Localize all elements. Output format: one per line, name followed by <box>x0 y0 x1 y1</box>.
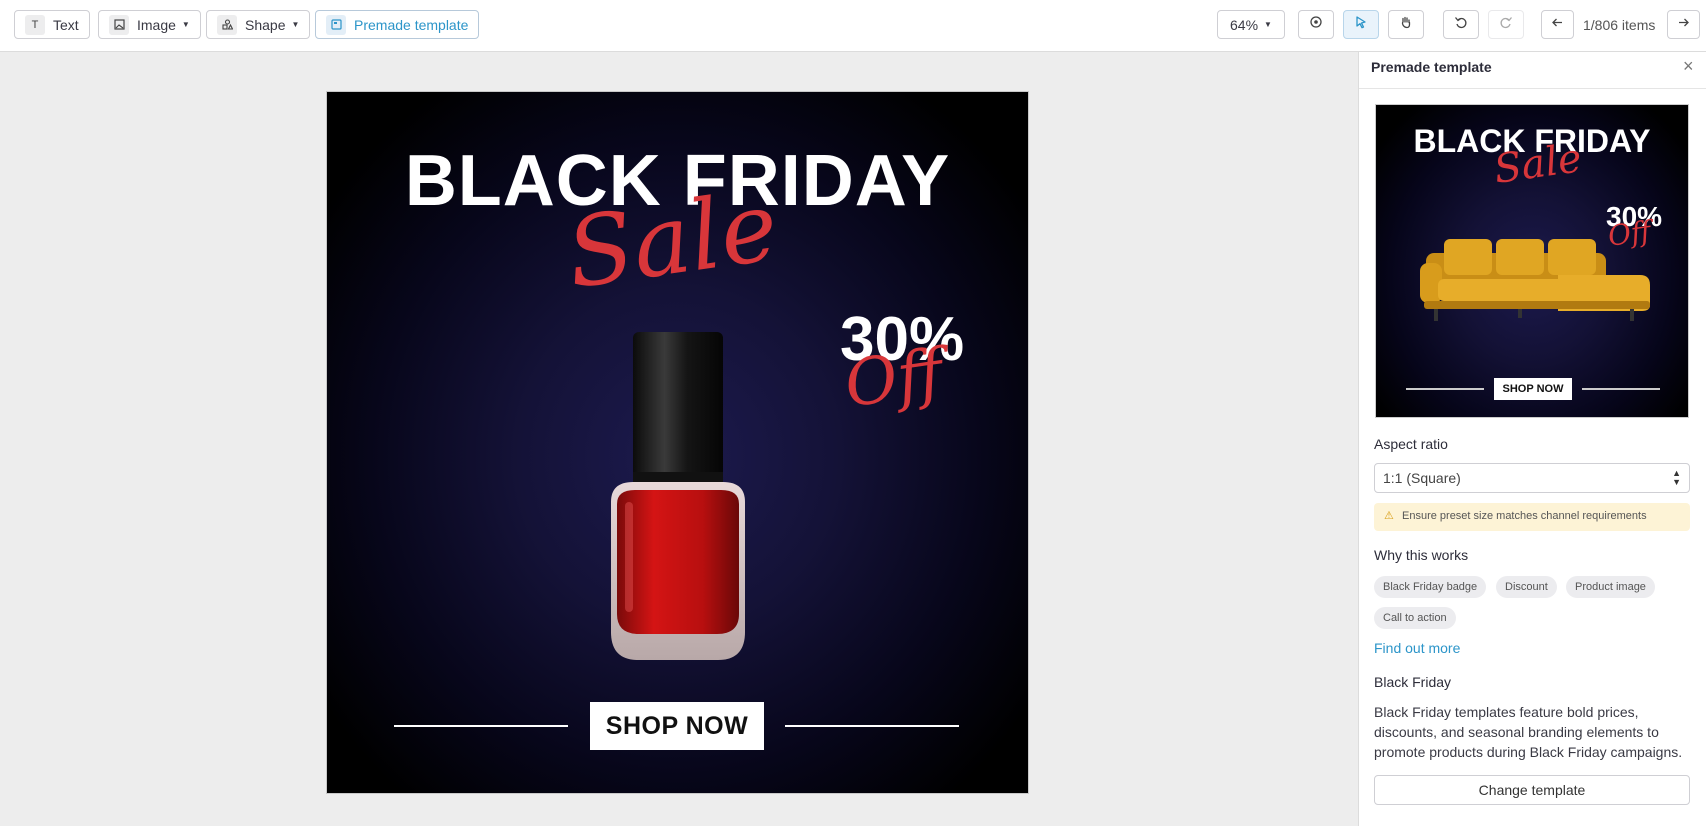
nail-polish-product-image[interactable] <box>603 332 753 662</box>
zoom-dropdown[interactable]: 64% ▼ <box>1217 10 1285 39</box>
chevron-down-icon: ▼ <box>1264 20 1272 29</box>
image-tool-label: Image <box>137 16 176 33</box>
zoom-value: 64% <box>1230 16 1259 33</box>
warning-text: Ensure preset size matches channel requi… <box>1402 510 1647 522</box>
next-item-button[interactable] <box>1667 10 1700 39</box>
shape-tool-label: Shape <box>245 16 286 33</box>
panel-title: Premade template <box>1371 59 1492 75</box>
aspect-ratio-select[interactable]: 1:1 (Square) ▲ ▼ <box>1374 463 1690 493</box>
find-out-more-link[interactable]: Find out more <box>1374 640 1460 656</box>
select-arrows-icon: ▲ ▼ <box>1672 468 1681 487</box>
pointer-icon <box>1354 15 1368 34</box>
text-tool-button[interactable]: T Text <box>14 10 90 39</box>
sofa-product-image <box>1420 239 1650 321</box>
text-icon: T <box>25 14 45 35</box>
image-icon <box>109 14 129 35</box>
top-toolbar: T Text Image ▼ Shape ▼ Premade template … <box>0 0 1706 52</box>
hand-icon <box>1399 15 1413 34</box>
preview-divider-left <box>1406 388 1484 390</box>
off-script-text[interactable]: Off <box>840 336 947 423</box>
item-counter: 1/806 items <box>1583 17 1656 33</box>
text-tool-label: Text <box>53 16 79 33</box>
aspect-ratio-value: 1:1 (Square) <box>1383 470 1461 486</box>
premade-template-label: Premade template <box>354 16 469 33</box>
select-tool-button[interactable] <box>1343 10 1379 39</box>
design-canvas[interactable]: BLACK FRIDAY Sale 30% Off SHOP NOW <box>327 92 1028 793</box>
image-tool-button[interactable]: Image ▼ <box>98 10 201 39</box>
tag-chip-call-to-action: Call to action <box>1374 607 1456 629</box>
template-name-heading: Black Friday <box>1374 674 1452 690</box>
close-icon[interactable]: × <box>1683 56 1694 77</box>
template-icon <box>326 14 346 35</box>
warning-icon: ⚠ <box>1384 510 1394 522</box>
change-template-button[interactable]: Change template <box>1374 775 1690 805</box>
preview-divider-right <box>1582 388 1660 390</box>
target-icon <box>1309 15 1323 34</box>
tag-chip-black-friday-badge: Black Friday badge <box>1374 576 1487 598</box>
divider-line-right <box>785 725 959 727</box>
redo-icon <box>1499 15 1513 34</box>
template-preview[interactable]: BLACK FRIDAY Sale 30% Off SHOP NOW <box>1375 104 1689 418</box>
aspect-ratio-label: Aspect ratio <box>1374 436 1448 452</box>
focus-button[interactable] <box>1298 10 1334 39</box>
tag-chip-product-image: Product image <box>1566 576 1655 598</box>
undo-button[interactable] <box>1443 10 1479 39</box>
arrow-right-icon <box>1677 16 1690 34</box>
shape-icon <box>217 14 237 35</box>
pan-tool-button[interactable] <box>1388 10 1424 39</box>
tag-chip-discount: Discount <box>1496 576 1557 598</box>
template-description: Black Friday templates feature bold pric… <box>1374 704 1683 760</box>
shop-now-badge[interactable]: SHOP NOW <box>590 702 764 750</box>
redo-button[interactable] <box>1488 10 1524 39</box>
divider-line-left <box>394 725 568 727</box>
shape-tool-button[interactable]: Shape ▼ <box>206 10 311 39</box>
panel-divider <box>1359 88 1706 89</box>
chevron-down-icon: ▼ <box>291 20 300 29</box>
premade-template-button[interactable]: Premade template <box>315 10 480 39</box>
size-warning-banner: ⚠ Ensure preset size matches channel req… <box>1374 503 1690 531</box>
preview-shop-now: SHOP NOW <box>1494 378 1572 400</box>
undo-icon <box>1454 15 1468 34</box>
chevron-down-icon: ▼ <box>181 20 190 29</box>
arrow-left-icon <box>1551 16 1564 34</box>
premade-template-panel: Premade template × BLACK FRIDAY Sale 30%… <box>1358 52 1706 826</box>
why-this-works-heading: Why this works <box>1374 547 1469 563</box>
previous-item-button[interactable] <box>1541 10 1574 39</box>
